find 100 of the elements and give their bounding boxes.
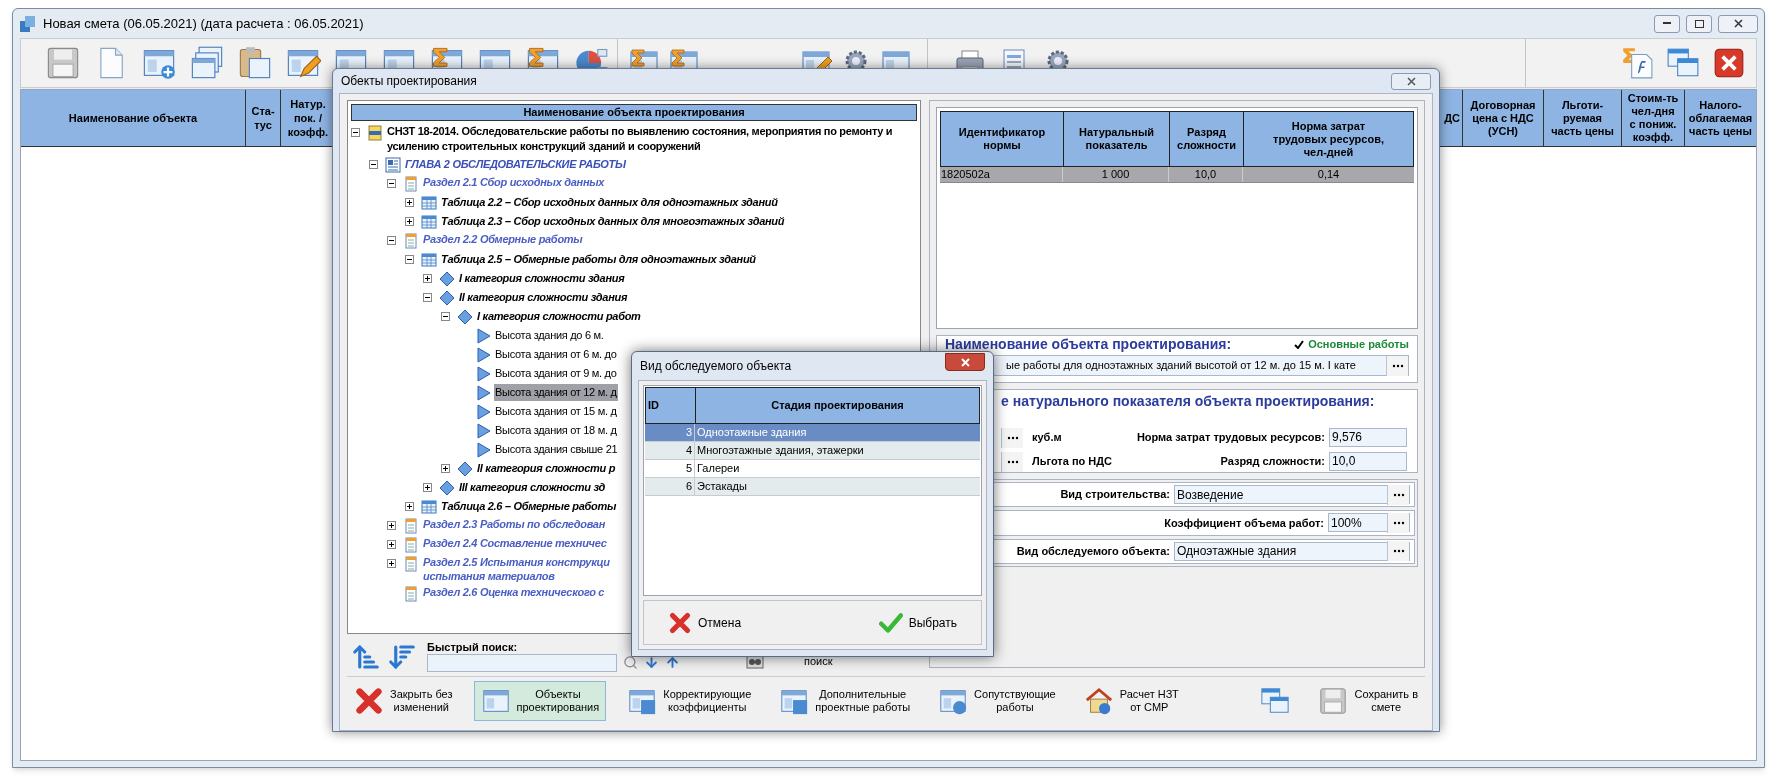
page-icon	[403, 555, 419, 572]
toolbar-button[interactable]: Дополнительные проектные работы	[772, 680, 918, 721]
triangle-icon	[475, 403, 491, 420]
dialog-button[interactable]: Выбрать	[878, 610, 957, 635]
tree-item[interactable]: Высота здания до 6 м.	[494, 327, 605, 344]
collapse-icon[interactable]	[387, 179, 396, 188]
tree-item[interactable]: Раздел 2.2 Обмерные работы	[422, 232, 584, 246]
value-field[interactable]: 100%	[1328, 513, 1410, 533]
tree-item[interactable]: II категория сложности здания	[458, 289, 629, 306]
tree-item[interactable]: I категория сложности здания	[458, 270, 626, 287]
ellipsis-button[interactable]	[1387, 484, 1409, 505]
table-cell-text: Многоэтажные здания, этажерки	[696, 443, 865, 458]
toolbar-button[interactable]: Объекты проектирования	[473, 680, 607, 721]
value-field[interactable]: Одноэтажные здания	[1174, 541, 1410, 561]
collapse-icon[interactable]	[387, 236, 396, 245]
collapse-icon[interactable]	[351, 128, 360, 137]
close-button[interactable]	[945, 353, 985, 371]
column-header: Норма затрат трудовых ресурсов, чел-дней	[1243, 112, 1413, 166]
tree-item[interactable]: Таблица 2.5 – Обмерные работы для одноэтажных зданий	[440, 251, 757, 268]
tree-item[interactable]: Раздел 2.1 Сбор исходных данных	[422, 175, 606, 189]
expand-icon[interactable]	[423, 483, 432, 492]
tree-item[interactable]: II категория сложности р	[476, 460, 617, 477]
ellipsis-button[interactable]	[1001, 451, 1023, 472]
field-value: Возведение	[1176, 486, 1245, 504]
toolbar-button[interactable]: Корректирующие коэффициенты	[620, 680, 759, 721]
toolbar-button[interactable]: Сохранить в смете	[1311, 680, 1425, 721]
tree-item[interactable]: Высота здания свыше 21	[494, 441, 619, 458]
field-label: Разряд сложности:	[1220, 454, 1325, 470]
tree-item[interactable]: Раздел 2.3 Работы по обследован	[422, 517, 606, 531]
tree-item[interactable]: ГЛАВА 2 ОБСЛЕДОВАТЕЛЬСКИЕ РАБОТЫ	[404, 156, 627, 173]
tree-item[interactable]: СНЗТ 18-2014. Обследовательские работы по выявлению состояния, мероприятия по ремонту и усилению строительных конструкций зданий и сооружений	[386, 124, 917, 154]
tree-item[interactable]: I категория сложности работ	[476, 308, 642, 325]
table-row[interactable]: 1820502a 1 000 10,0 0,14	[940, 167, 1414, 183]
sum-function-icon[interactable]	[1620, 46, 1654, 80]
ellipsis-icon	[1391, 363, 1404, 368]
collapse-icon[interactable]	[441, 312, 450, 321]
ellipsis-button[interactable]	[1001, 427, 1023, 448]
expand-icon[interactable]	[441, 464, 450, 473]
table-row[interactable]: 5 Галереи	[645, 460, 980, 478]
value-field[interactable]: 9,576	[1329, 428, 1407, 447]
toolbar-button[interactable]: Сопутствующие работы	[931, 680, 1063, 721]
tree-item[interactable]: Высота здания от 12 м. д	[494, 384, 618, 401]
table-row[interactable]: 4 Многоэтажные здания, этажерки	[645, 442, 980, 460]
search-icon[interactable]	[623, 655, 638, 670]
page-icon	[403, 585, 419, 602]
tree-item[interactable]: Таблица 2.2 – Сбор исходных данных для одноэтажных зданий	[440, 194, 779, 211]
search-label: Быстрый поиск:	[427, 641, 519, 654]
ellipsis-button[interactable]	[1387, 541, 1409, 562]
page-icon	[403, 232, 419, 249]
close-button[interactable]	[1391, 72, 1431, 90]
ellipsis-button[interactable]	[1387, 513, 1409, 533]
dialog-title: Вид обследуемого объекта	[640, 358, 792, 375]
expand-icon[interactable]	[423, 274, 432, 283]
tree-item[interactable]: Раздел 2.4 Составление техничес	[422, 536, 608, 550]
expand-icon[interactable]	[405, 198, 414, 207]
ellipsis-button[interactable]	[1386, 355, 1408, 376]
tree-item[interactable]: Высота здания от 9 м. до	[494, 365, 618, 382]
table-cell: 5	[645, 460, 695, 477]
expand-icon[interactable]	[405, 217, 414, 226]
tree-item[interactable]: Высота здания от 6 м. до	[494, 346, 618, 363]
dialog-button[interactable]: Отмена	[668, 610, 742, 635]
clipboard-icon[interactable]	[237, 45, 273, 81]
collapse-icon[interactable]	[405, 255, 414, 264]
tree-item[interactable]: Раздел 2.6 Оценка технического с	[422, 585, 606, 599]
column-header: Натуральный показатель	[1063, 112, 1169, 166]
column-header: Наименование объекта	[21, 90, 246, 146]
panels-icon[interactable]	[189, 45, 225, 81]
maximize-icon	[1694, 19, 1704, 28]
toolbar-button[interactable]: Закрыть без изменений	[347, 680, 460, 721]
window-title: Новая смета (06.05.2021) (дата расчета : 06.05.2021)	[43, 14, 364, 33]
triangle-icon	[475, 327, 491, 344]
table-cell: 3	[645, 424, 695, 441]
vat-label: Льгота по НДС	[1032, 454, 1113, 470]
search-field[interactable]	[427, 654, 617, 672]
close-button[interactable]	[1718, 14, 1758, 33]
expand-icon[interactable]	[387, 521, 396, 530]
tree-item[interactable]: Высота здания от 18 м. д	[494, 422, 618, 439]
value-field[interactable]: Возведение	[1174, 485, 1410, 505]
tree-item[interactable]: III категория сложности зд	[458, 479, 607, 496]
toolbar-button[interactable]: Расчет НЗТ от СМР	[1076, 680, 1186, 721]
sort-ascending-icon[interactable]	[351, 642, 381, 672]
expand-icon[interactable]	[405, 502, 414, 511]
tree-item[interactable]: Высота здания от 15 м. д	[494, 403, 618, 420]
tree-item[interactable]: Таблица 2.6 – Обмерные работы	[440, 498, 617, 515]
house-icon	[1083, 685, 1114, 716]
column-header: Стадия проектирования	[770, 398, 905, 414]
expand-icon[interactable]	[387, 559, 396, 568]
tree-item[interactable]: Раздел 2.5 Испытания конструкци испытания материалов	[422, 555, 611, 583]
minimize-button[interactable]	[1654, 14, 1680, 33]
tree-item[interactable]: Таблица 2.3 – Сбор исходных данных для многоэтажных зданий	[440, 213, 786, 230]
collapse-icon[interactable]	[423, 293, 432, 302]
expand-icon[interactable]	[387, 540, 396, 549]
sort-descending-icon[interactable]	[387, 642, 417, 672]
collapse-icon[interactable]	[369, 160, 378, 169]
page-icon	[403, 536, 419, 553]
table-row[interactable]: 6 Эстакады	[645, 478, 980, 496]
maximize-button[interactable]	[1686, 14, 1712, 33]
close-icon[interactable]	[1712, 46, 1746, 80]
diamond-icon	[457, 308, 473, 325]
value-field[interactable]: 10,0	[1329, 452, 1407, 471]
